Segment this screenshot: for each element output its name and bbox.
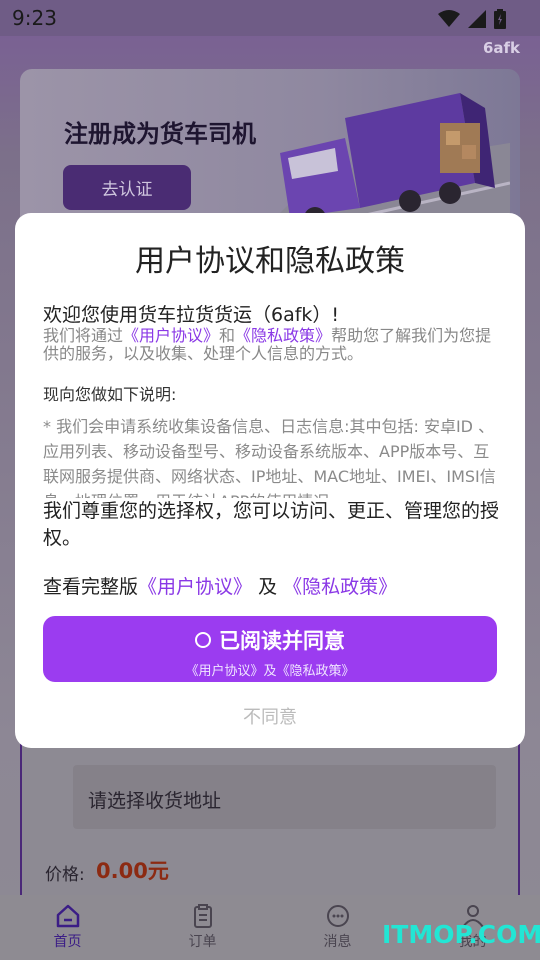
respect-text: 我们尊重您的选择权，您可以访问、更正、管理您的授权。 (43, 498, 505, 552)
agree-main: 已阅读并同意 (43, 625, 497, 655)
address-placeholder: 请选择收货地址 (88, 790, 222, 812)
tab-home[interactable]: 首页 (0, 895, 135, 960)
radio-circle-icon (195, 632, 211, 648)
signal-icon (468, 10, 486, 28)
agree-button[interactable]: 已阅读并同意 《用户协议》及《隐私政策》 (43, 616, 497, 682)
terms-scroll-area[interactable]: * 我们会申请系统收集设备信息、日志信息:其中包括: 安卓ID 、应用列表、移动… (43, 414, 505, 501)
app-tag: 6afk (482, 39, 520, 57)
intro-and: 和 (219, 326, 236, 345)
home-icon (56, 904, 79, 928)
user-agreement-link[interactable]: 《用户协议》 (123, 326, 219, 345)
clipboard-icon (193, 904, 212, 928)
wifi-icon (438, 10, 460, 27)
full-version-line: 查看完整版《用户协议》 及 《隐私政策》 (43, 572, 397, 599)
tab-orders-label: 订单 (188, 934, 217, 950)
dialog-title: 用户协议和隐私政策 (135, 244, 405, 279)
status-bar: 9:23 (0, 0, 540, 36)
agree-label: 已阅读并同意 (219, 629, 345, 653)
status-time: 9:23 (12, 6, 57, 30)
tab-messages-label: 消息 (323, 934, 352, 950)
status-icons (416, 7, 506, 31)
terms-detail-text: * 我们会申请系统收集设备信息、日志信息:其中包括: 安卓ID 、应用列表、移动… (43, 417, 496, 501)
full-and: 及 (258, 576, 278, 598)
certify-button[interactable]: 去认证 (63, 165, 191, 210)
battery-icon (494, 9, 506, 29)
message-icon (326, 905, 349, 927)
price-label: 价格: (45, 865, 85, 885)
intro-prefix: 我们将通过 (43, 326, 124, 345)
banner-title: 注册成为货车司机 (64, 120, 256, 148)
agree-subtitle: 《用户协议》及《隐私政策》 (185, 664, 355, 679)
intro-text: 我们将通过《用户协议》和《隐私政策》帮助您了解我们为您提供的服务，以及收集、处理… (43, 327, 503, 363)
privacy-policy-link[interactable]: 《隐私政策》 (235, 326, 331, 345)
disagree-button[interactable]: 不同意 (15, 703, 525, 729)
tab-orders[interactable]: 订单 (135, 895, 270, 960)
privacy-dialog: 用户协议和隐私政策 欢迎您使用货车拉货货运（6afk）! 我们将通过《用户协议》… (15, 213, 525, 748)
full-user-agreement-link[interactable]: 《用户协议》 (138, 576, 252, 598)
welcome-text: 欢迎您使用货车拉货货运（6afk）! (43, 304, 340, 326)
site-watermark: ITMOP.COM (382, 920, 540, 949)
full-prefix: 查看完整版 (43, 576, 139, 598)
tab-home-label: 首页 (53, 934, 82, 950)
price-value: 0.00元 (96, 859, 169, 883)
truck-illustration (260, 93, 510, 233)
note-title: 现向您做如下说明: (43, 385, 177, 404)
full-privacy-policy-link[interactable]: 《隐私政策》 (283, 576, 397, 598)
